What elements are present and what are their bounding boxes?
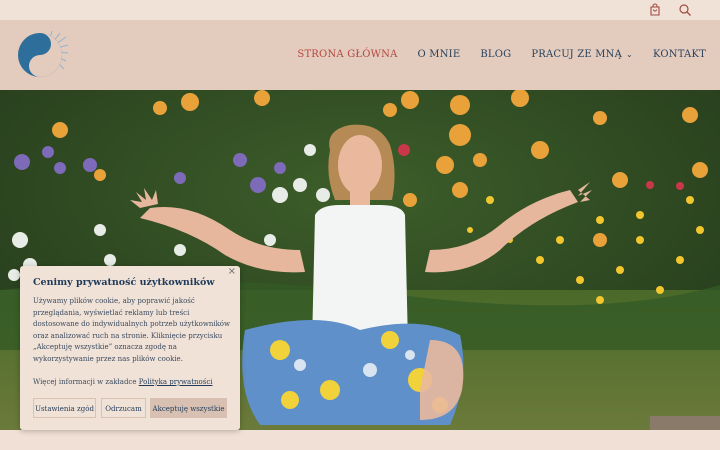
- reject-button[interactable]: Odrzucam: [101, 398, 146, 418]
- cookie-consent-banner: × Cenimy prywatność użytkowników Używamy…: [20, 266, 240, 430]
- nav-item-blog[interactable]: BLOG: [480, 49, 511, 60]
- nav-item-home[interactable]: STRONA GŁÓWNA: [297, 49, 397, 60]
- nav-item-work-with-me-label: PRACUJ ZE MNĄ: [531, 49, 623, 60]
- search-icon[interactable]: [678, 3, 692, 17]
- cookie-more-info: Więcej informacji w zakładce Polityka pr…: [33, 378, 212, 386]
- nav-item-contact[interactable]: KONTAKT: [653, 49, 706, 60]
- nav-item-about[interactable]: O MNIE: [418, 49, 461, 60]
- accept-all-button[interactable]: Akceptuję wszystkie: [150, 398, 227, 418]
- chevron-down-icon: ⌄: [626, 50, 633, 59]
- close-icon[interactable]: ×: [228, 266, 236, 277]
- page-bottom-strip: [0, 430, 720, 450]
- cookie-title: Cenimy prywatność użytkowników: [33, 277, 215, 288]
- main-navigation: STRONA GŁÓWNA O MNIE BLOG PRACUJ ZE MNĄ ⌄…: [277, 49, 706, 60]
- site-header: STRONA GŁÓWNA O MNIE BLOG PRACUJ ZE MNĄ ⌄…: [0, 20, 720, 90]
- top-utility-bar: [0, 0, 720, 20]
- cookie-more-prefix: Więcej informacji w zakładce: [33, 378, 137, 386]
- shopping-bag-icon[interactable]: [648, 3, 662, 17]
- privacy-policy-link[interactable]: Polityka prywatności: [139, 378, 213, 386]
- site-logo[interactable]: [16, 29, 68, 81]
- consent-settings-button[interactable]: Ustawienia zgód: [33, 398, 96, 418]
- cookie-body-text: Używamy plików cookie, aby poprawić jako…: [33, 297, 231, 363]
- nav-item-work-with-me[interactable]: PRACUJ ZE MNĄ ⌄: [531, 49, 633, 60]
